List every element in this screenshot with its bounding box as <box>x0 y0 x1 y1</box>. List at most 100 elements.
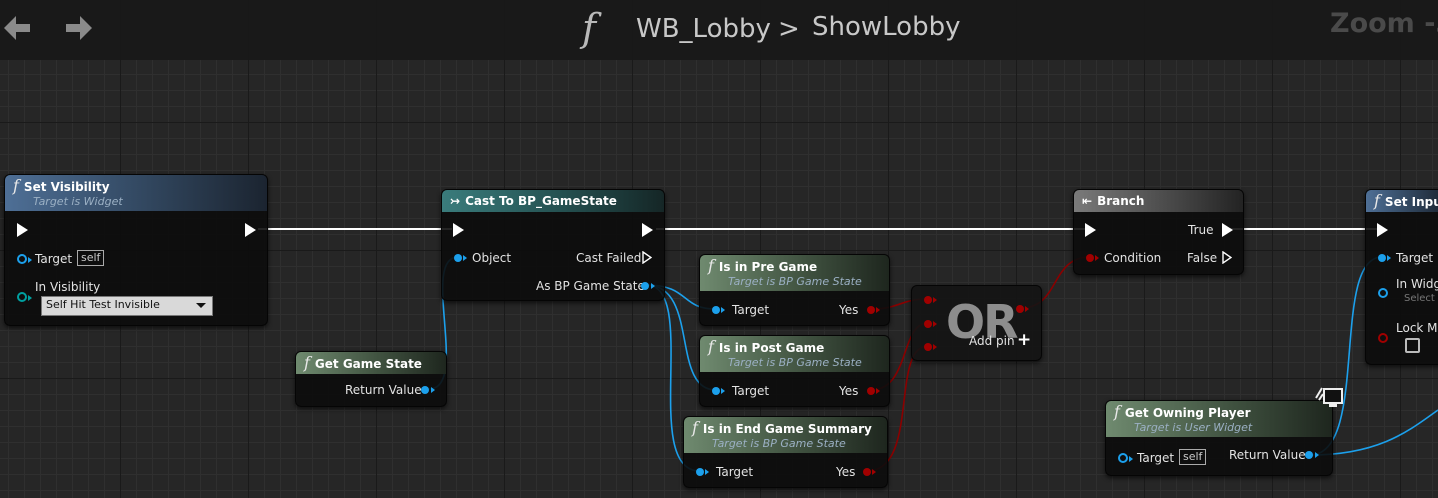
target-pin[interactable] <box>1118 453 1128 463</box>
pin-label: As BP Game State <box>536 279 645 293</box>
return-value-pin[interactable] <box>1305 451 1313 459</box>
pin-label: Lock Mo <box>1396 321 1438 335</box>
pin-label: Target <box>1137 451 1175 465</box>
node-is-in-pre-game[interactable]: f Is in Pre Game Target is BP Game State … <box>699 254 890 326</box>
exec-in-pin[interactable] <box>1377 223 1388 237</box>
node-subtitle: Target is Widget <box>33 195 123 208</box>
branch-icon: ⇤ <box>1082 194 1093 208</box>
function-icon: f <box>304 353 310 372</box>
exec-in-pin[interactable] <box>453 223 464 237</box>
pin-label: True <box>1188 223 1214 237</box>
zoom-level: Zoom -3 <box>1330 8 1438 39</box>
pin-label: Yes <box>839 384 859 398</box>
chevron-down-icon <box>196 303 206 308</box>
exec-in-pin[interactable] <box>1085 223 1096 237</box>
condition-pin[interactable] <box>1086 254 1094 262</box>
return-value-pin[interactable] <box>421 386 429 394</box>
function-icon: f <box>1374 191 1380 210</box>
exec-in-pin[interactable] <box>17 223 28 237</box>
node-title: Get Game State <box>314 357 422 371</box>
pin-arrow-icon <box>721 388 725 394</box>
pin-label: Target <box>1396 251 1434 265</box>
node-title: Set Visibility <box>23 180 110 194</box>
back-arrow-icon[interactable] <box>2 12 32 44</box>
visibility-pin[interactable] <box>17 292 27 302</box>
cast-failed-pin[interactable] <box>642 251 652 264</box>
target-pin[interactable] <box>696 468 704 476</box>
node-get-game-state[interactable]: f Get Game State Return Value <box>295 351 447 407</box>
breadcrumb-function[interactable]: ShowLobby <box>812 12 960 42</box>
pin-label: Cast Failed <box>576 251 642 265</box>
function-icon: f <box>13 176 19 195</box>
breadcrumb-graph[interactable]: WB_Lobby <box>636 14 771 44</box>
node-title: Cast To BP_GameState <box>465 194 617 208</box>
exec-out-pin[interactable] <box>642 223 653 237</box>
pin-arrow-icon <box>705 469 709 475</box>
node-title: Is in Pre Game <box>718 260 818 274</box>
node-title: Branch <box>1097 194 1145 208</box>
function-icon: f <box>708 337 714 356</box>
pin-arrow-icon <box>933 321 937 327</box>
input-c-pin[interactable] <box>924 343 932 351</box>
lock-mouse-checkbox[interactable] <box>1405 338 1420 353</box>
target-pin[interactable] <box>712 387 720 395</box>
yes-pin[interactable] <box>867 387 875 395</box>
target-pin[interactable] <box>17 254 27 264</box>
input-b-pin[interactable] <box>924 320 932 328</box>
pin-label: Return Value <box>345 383 422 397</box>
add-pin-label[interactable]: Add pin <box>969 334 1015 348</box>
object-pin[interactable] <box>454 254 462 262</box>
false-exec-pin[interactable] <box>1222 251 1232 264</box>
pin-arrow-icon <box>1129 456 1133 462</box>
pin-label: Object <box>472 251 512 265</box>
in-widget-pin[interactable] <box>1378 288 1388 298</box>
forward-arrow-icon[interactable] <box>64 12 94 44</box>
input-a-pin[interactable] <box>924 296 932 304</box>
yes-pin[interactable] <box>867 306 875 314</box>
pin-arrow-icon <box>872 469 876 475</box>
function-icon: f <box>708 256 714 275</box>
pin-arrow-icon <box>28 295 32 301</box>
graph-header-bar: f WB_Lobby > ShowLobby Zoom -3 <box>0 0 1438 60</box>
node-title: Set Inpu <box>1384 195 1438 209</box>
pin-label: False <box>1187 251 1218 265</box>
cast-icon: ↣ <box>450 194 461 208</box>
target-pin[interactable] <box>1378 254 1386 262</box>
exec-out-pin[interactable] <box>245 223 256 237</box>
node-is-in-post-game[interactable]: f Is in Post Game Target is BP Game State… <box>699 335 890 407</box>
select-placeholder[interactable]: Select <box>1404 293 1435 304</box>
node-get-owning-player[interactable]: f Get Owning Player Target is User Widget… <box>1105 400 1333 476</box>
target-pin[interactable] <box>712 306 720 314</box>
pin-arrow-icon <box>876 307 880 313</box>
pin-arrow-icon <box>431 387 435 393</box>
visibility-dropdown[interactable]: Self Hit Test Invisible <box>41 296 213 316</box>
true-exec-pin[interactable] <box>1222 223 1233 237</box>
node-set-visibility[interactable]: f Set Visibility Target is Widget Target … <box>4 174 268 326</box>
node-title: Is in Post Game <box>718 341 825 355</box>
add-icon[interactable]: + <box>1017 330 1031 350</box>
node-cast-to-gamestate[interactable]: ↣ Cast To BP_GameState Object Cast Failed… <box>441 189 665 301</box>
pin-label: In Widge <box>1396 277 1438 291</box>
lock-mouse-pin[interactable] <box>1378 333 1388 343</box>
pin-arrow-icon <box>1025 306 1029 312</box>
pin-arrow-icon <box>463 255 467 261</box>
pin-label: Target <box>35 252 73 266</box>
self-default: self <box>1179 449 1207 465</box>
node-is-in-end-game-summary[interactable]: f Is in End Game Summary Target is BP Gam… <box>683 416 888 488</box>
node-set-input-mode[interactable]: f Set Inpu Target In Widge Select Lock Mo <box>1365 189 1438 365</box>
yes-pin[interactable] <box>863 468 871 476</box>
pin-label: Target <box>716 465 754 479</box>
pin-label: In Visibility <box>35 280 101 294</box>
pin-arrow-icon <box>933 344 937 350</box>
pin-label: Yes <box>839 303 859 317</box>
pin-arrow-icon <box>651 283 655 289</box>
or-output-pin[interactable] <box>1016 305 1024 313</box>
node-branch[interactable]: ⇤ Branch True Condition False <box>1073 189 1244 275</box>
self-default: self <box>77 250 105 266</box>
function-icon: f <box>1114 402 1120 421</box>
node-or-boolean[interactable]: OR Add pin + <box>911 285 1042 361</box>
function-icon: f <box>692 418 698 437</box>
pin-arrow-icon <box>28 257 32 263</box>
as-gamestate-pin[interactable] <box>641 282 649 290</box>
node-subtitle: Target is BP Game State <box>728 275 862 288</box>
